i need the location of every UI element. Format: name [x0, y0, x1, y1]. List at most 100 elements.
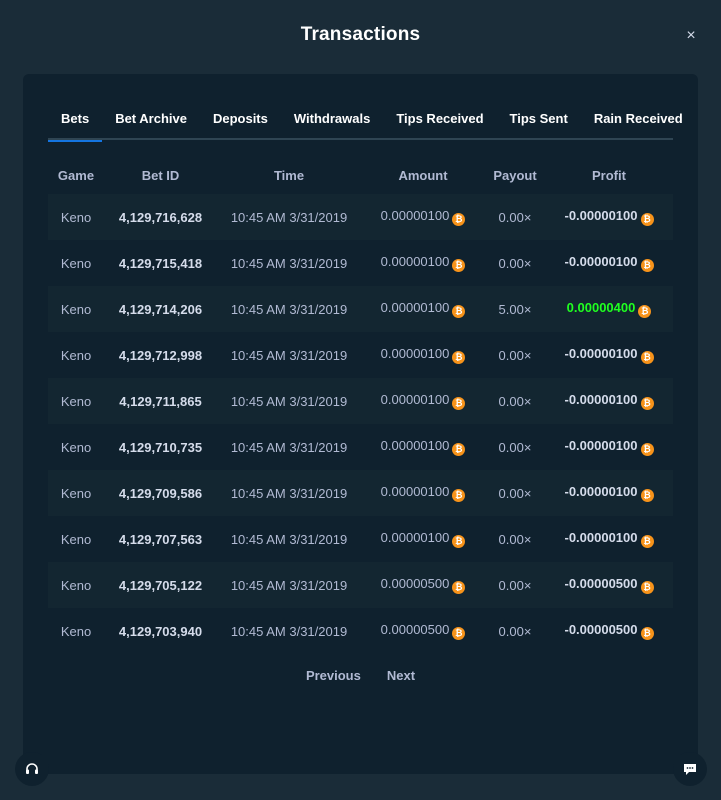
cell-time: 10:45 AM 3/31/2019	[230, 439, 348, 455]
cell-payout: 0.00×	[498, 531, 532, 547]
cell-payout: 0.00×	[498, 623, 532, 639]
amount-value: 0.00000100	[380, 346, 450, 361]
table-row[interactable]: Keno 4,129,710,735 10:45 AM 3/31/2019 0.000…	[48, 424, 673, 470]
cell-game: Keno	[60, 623, 92, 639]
cell-payout: 0.00×	[498, 577, 532, 593]
amount-value: 0.00000100	[380, 208, 450, 223]
tab-bet-archive[interactable]: Bet Archive	[102, 102, 200, 140]
cell-bet-id[interactable]: 4,129,712,998	[104, 348, 217, 363]
header-profit: Profit	[592, 167, 626, 183]
cell-profit: -0.00000100 ₿	[545, 484, 673, 502]
profit-value: -0.00000100	[564, 208, 638, 223]
bitcoin-icon: ₿	[640, 351, 654, 364]
table-row[interactable]: Keno 4,129,716,628 10:45 AM 3/31/2019 0.000…	[48, 194, 673, 240]
cell-profit: -0.00000100 ₿	[545, 438, 673, 456]
header-bet-id: Bet ID	[141, 167, 180, 183]
table-row[interactable]: Keno 4,129,712,998 10:45 AM 3/31/2019 0.000…	[48, 332, 673, 378]
table-header: Game Bet ID Time Amount Payout Profit	[48, 162, 673, 188]
bitcoin-icon: ₿	[452, 397, 466, 410]
cell-bet-id[interactable]: 4,129,716,628	[104, 210, 217, 225]
cell-game: Keno	[60, 485, 92, 501]
amount-value: 0.00000100	[380, 392, 450, 407]
tab-tips-received[interactable]: Tips Received	[383, 102, 496, 140]
close-button[interactable]: ×	[683, 28, 699, 44]
cell-game: Keno	[60, 347, 92, 363]
tab-deposits[interactable]: Deposits	[200, 102, 281, 140]
headset-icon	[26, 763, 38, 774]
table-body: Keno 4,129,716,628 10:45 AM 3/31/2019 0.000…	[48, 194, 673, 654]
amount-value: 0.00000100	[380, 438, 450, 453]
cell-profit: -0.00000100 ₿	[545, 346, 673, 364]
cell-bet-id[interactable]: 4,129,714,206	[104, 302, 217, 317]
header-time: Time	[273, 167, 305, 183]
cell-bet-id[interactable]: 4,129,707,563	[104, 532, 217, 547]
bitcoin-icon: ₿	[640, 213, 654, 226]
cell-amount: 0.00000100 ₿	[361, 438, 485, 456]
table-row[interactable]: Keno 4,129,707,563 10:45 AM 3/31/2019 0.000…	[48, 516, 673, 562]
table-row[interactable]: Keno 4,129,711,865 10:45 AM 3/31/2019 0.000…	[48, 378, 673, 424]
cell-profit: -0.00000500 ₿	[545, 576, 673, 594]
table-row[interactable]: Keno 4,129,703,940 10:45 AM 3/31/2019 0.000…	[48, 608, 673, 654]
chat-button[interactable]	[673, 752, 707, 786]
cell-payout: 0.00×	[498, 439, 532, 455]
cell-bet-id[interactable]: 4,129,715,418	[104, 256, 217, 271]
modal-title: Transactions	[300, 24, 421, 45]
cell-time: 10:45 AM 3/31/2019	[230, 485, 348, 501]
cell-payout: 0.00×	[498, 255, 532, 271]
cell-profit: 0.00000400 ₿	[545, 300, 673, 318]
previous-button[interactable]: Previous	[306, 668, 361, 683]
bitcoin-icon: ₿	[452, 535, 466, 548]
bitcoin-icon: ₿	[452, 259, 466, 272]
bitcoin-icon: ₿	[640, 535, 654, 548]
bitcoin-icon: ₿	[640, 581, 654, 594]
cell-amount: 0.00000100 ₿	[361, 208, 485, 226]
cell-amount: 0.00000500 ₿	[361, 622, 485, 640]
transactions-panel: Bets Bet Archive Deposits Withdrawals Ti…	[23, 74, 698, 774]
table-row[interactable]: Keno 4,129,714,206 10:45 AM 3/31/2019 0.000…	[48, 286, 673, 332]
bitcoin-icon: ₿	[640, 397, 654, 410]
profit-value: 0.00000400	[566, 300, 636, 315]
header-payout: Payout	[493, 167, 537, 183]
amount-value: 0.00000500	[380, 576, 450, 591]
cell-amount: 0.00000100 ₿	[361, 254, 485, 272]
support-button[interactable]	[15, 752, 49, 786]
cell-bet-id[interactable]: 4,129,703,940	[104, 624, 217, 639]
transactions-modal: Transactions × Bets Bet Archive Deposits…	[0, 0, 721, 800]
cell-game: Keno	[60, 255, 92, 271]
cell-bet-id[interactable]: 4,129,710,735	[104, 440, 217, 455]
cell-amount: 0.00000100 ₿	[361, 392, 485, 410]
cell-bet-id[interactable]: 4,129,705,122	[104, 578, 217, 593]
table-row[interactable]: Keno 4,129,709,586 10:45 AM 3/31/2019 0.000…	[48, 470, 673, 516]
cell-payout: 0.00×	[498, 209, 532, 225]
next-button[interactable]: Next	[387, 668, 415, 683]
bitcoin-icon: ₿	[452, 581, 466, 594]
cell-bet-id[interactable]: 4,129,709,586	[104, 486, 217, 501]
tab-bets[interactable]: Bets	[48, 102, 103, 142]
cell-bet-id[interactable]: 4,129,711,865	[104, 394, 217, 409]
table-row[interactable]: Keno 4,129,715,418 10:45 AM 3/31/2019 0.000…	[48, 240, 673, 286]
bitcoin-icon: ₿	[452, 443, 466, 456]
tab-rain-received[interactable]: Rain Received	[581, 102, 696, 140]
bitcoin-icon: ₿	[640, 443, 654, 456]
amount-value: 0.00000100	[380, 530, 450, 545]
bitcoin-icon: ₿	[452, 489, 466, 502]
cell-profit: -0.00000100 ₿	[545, 392, 673, 410]
table-row[interactable]: Keno 4,129,705,122 10:45 AM 3/31/2019 0.000…	[48, 562, 673, 608]
cell-profit: -0.00000100 ₿	[545, 208, 673, 226]
cell-amount: 0.00000100 ₿	[361, 484, 485, 502]
cell-amount: 0.00000100 ₿	[361, 530, 485, 548]
bitcoin-icon: ₿	[638, 305, 652, 318]
cell-game: Keno	[60, 301, 92, 317]
tab-tips-sent[interactable]: Tips Sent	[497, 102, 581, 140]
cell-amount: 0.00000100 ₿	[361, 346, 485, 364]
cell-amount: 0.00000500 ₿	[361, 576, 485, 594]
cell-profit: -0.00000100 ₿	[545, 530, 673, 548]
cell-game: Keno	[60, 393, 92, 409]
pagination: Previous Next	[23, 668, 698, 683]
bitcoin-icon: ₿	[640, 489, 654, 502]
profit-value: -0.00000500	[564, 622, 638, 637]
cell-time: 10:45 AM 3/31/2019	[230, 301, 348, 317]
header-amount: Amount	[398, 167, 448, 183]
cell-payout: 0.00×	[498, 485, 532, 501]
tab-withdrawals[interactable]: Withdrawals	[281, 102, 383, 140]
